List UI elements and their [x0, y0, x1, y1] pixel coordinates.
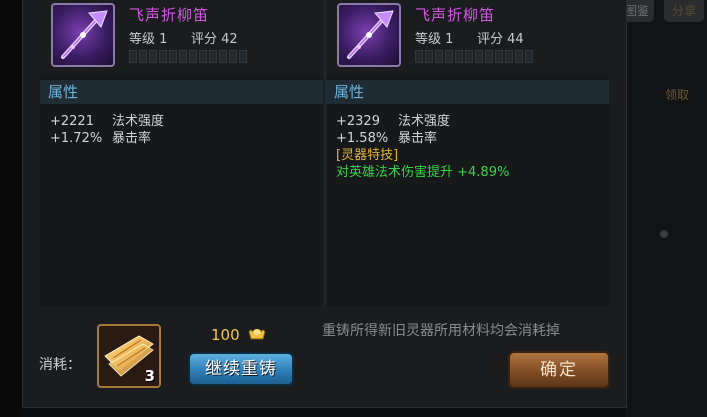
star-pip-empty — [495, 50, 503, 63]
old-item-header: 飞声折柳笛 等级 1 评分 42 — [40, 0, 323, 75]
item-score: 评分 42 — [191, 32, 238, 47]
backdrop-left — [0, 0, 22, 417]
star-pips — [129, 50, 247, 63]
star-pip-empty — [179, 50, 187, 63]
item-name: 飞声折柳笛 — [129, 6, 210, 24]
star-pip-empty — [525, 50, 533, 63]
item-score: 评分 44 — [477, 32, 524, 47]
old-item-panel: 飞声折柳笛 等级 1 评分 42 属性 +2221 法术强度 +1.72% 暴击… — [40, 0, 326, 306]
attribute-value: +2329 — [336, 114, 380, 129]
star-pip-empty — [189, 50, 197, 63]
cost-label: 消耗： — [39, 357, 81, 373]
star-pip-empty — [425, 50, 433, 63]
star-pip-empty — [169, 50, 177, 63]
attribute-name: 法术强度 — [112, 114, 165, 129]
confirm-button[interactable]: 确定 — [508, 351, 610, 389]
gold-ingot-icon — [248, 329, 266, 340]
attribute-name: 法术强度 — [398, 114, 451, 129]
star-pip-empty — [159, 50, 167, 63]
new-item-panel: 飞声折柳笛 等级 1 评分 44 属性 +2329 法术强度 +1.58% 暴击… — [326, 0, 609, 306]
attributes-list: +2221 法术强度 +1.72% 暴击率 — [50, 113, 164, 147]
attributes-list: +2329 法术强度 +1.58% 暴击率 [灵器特技] 对英雄法术伤害提升 +… — [336, 113, 509, 181]
star-pip-empty — [515, 50, 523, 63]
background-label-claim: 领取 — [665, 88, 690, 102]
cost-bar: 重铸所得新旧灵器所用材料均会消耗掉 消耗： 3 100 继续重铸 确定 — [23, 306, 626, 407]
star-pip-empty — [149, 50, 157, 63]
reforge-dialog: 飞声折柳笛 等级 1 评分 42 属性 +2221 法术强度 +1.72% 暴击… — [22, 0, 627, 408]
flute-weapon-icon[interactable] — [337, 3, 401, 67]
reforge-notice: 重铸所得新旧灵器所用材料均会消耗掉 — [322, 323, 560, 339]
attribute-name: 暴击率 — [398, 131, 438, 146]
attribute-value: +1.72% — [50, 131, 103, 146]
star-pip-empty — [139, 50, 147, 63]
star-pip-empty — [219, 50, 227, 63]
star-pip-empty — [199, 50, 207, 63]
star-pip-empty — [239, 50, 247, 63]
attribute-row: +2221 法术强度 — [50, 113, 164, 130]
attribute-name: 暴击率 — [112, 131, 152, 146]
star-pip-empty — [475, 50, 483, 63]
attribute-value: +1.58% — [336, 131, 389, 146]
attributes-header: 属性 — [40, 80, 323, 104]
item-level: 等级 1 — [415, 32, 454, 47]
star-pip-empty — [209, 50, 217, 63]
new-item-header: 飞声折柳笛 等级 1 评分 44 — [326, 0, 609, 75]
star-pip-empty — [455, 50, 463, 63]
gold-cost: 100 — [211, 326, 240, 344]
attribute-row: +1.72% 暴击率 — [50, 130, 164, 147]
star-pip-empty — [445, 50, 453, 63]
item-name: 飞声折柳笛 — [415, 6, 496, 24]
star-pips — [415, 50, 533, 63]
star-pip-empty — [485, 50, 493, 63]
backdrop-right — [625, 0, 707, 417]
star-pip-empty — [435, 50, 443, 63]
star-pip-empty — [465, 50, 473, 63]
star-pip-empty — [129, 50, 137, 63]
star-pip-empty — [415, 50, 423, 63]
skill-effect: 对英雄法术伤害提升 +4.89% — [336, 165, 510, 180]
flute-weapon-icon[interactable] — [51, 3, 115, 67]
background-dot — [660, 230, 668, 238]
item-level: 等级 1 — [129, 32, 168, 47]
skill-title: [灵器特技] — [336, 148, 399, 163]
attributes-header: 属性 — [326, 80, 609, 104]
star-pip-empty — [505, 50, 513, 63]
attribute-value: +2221 — [50, 114, 94, 129]
attribute-row: +2329 法术强度 — [336, 113, 509, 130]
material-count: 3 — [144, 367, 155, 385]
reforge-material-slot[interactable]: 3 — [97, 324, 161, 388]
background-button-share: 分享 — [664, 0, 704, 22]
continue-reforge-button[interactable]: 继续重铸 — [188, 352, 294, 386]
star-pip-empty — [229, 50, 237, 63]
attribute-row: +1.58% 暴击率 — [336, 130, 509, 147]
